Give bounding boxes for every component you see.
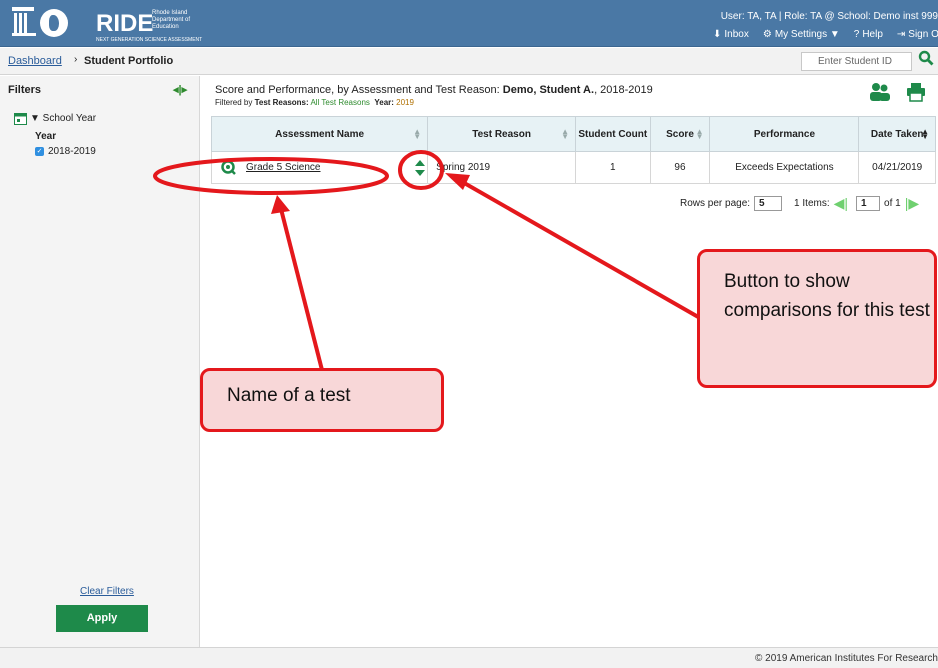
callout-test-name: Name of a test (200, 368, 444, 432)
highlight-ellipse-name (153, 157, 389, 195)
arrow-head-name (271, 195, 290, 214)
highlight-ellipse-button (398, 150, 444, 190)
arrow-head-button (445, 173, 470, 190)
callout-comparisons: Button to show comparisons for this test (697, 249, 937, 388)
arrow-line-name (279, 208, 324, 371)
arrow-line-button (458, 178, 701, 320)
